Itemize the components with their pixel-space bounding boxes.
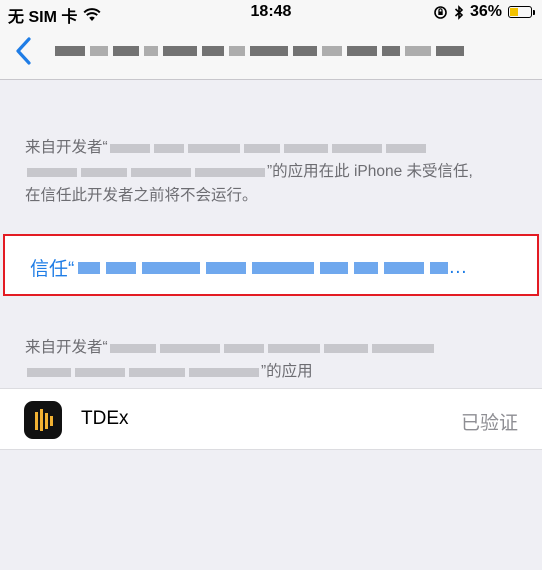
- notice-line1-prefix: 来自开发者“: [25, 139, 108, 156]
- nav-title-redacted: [55, 42, 495, 60]
- apps-developer-name-redacted-2: [27, 367, 259, 377]
- apps-notice-prefix: 来自开发者“: [25, 339, 108, 356]
- trust-developer-button[interactable]: 信任“ …: [3, 234, 539, 296]
- battery-percent: 36%: [469, 3, 502, 20]
- developer-apps-notice: 来自开发者“ ”的应用: [25, 336, 525, 384]
- status-right: 36%: [433, 3, 535, 21]
- notice-line2: ”的应用在此 iPhone 未受信任,: [267, 163, 473, 180]
- notice-line3: 在信任此开发者之前将不会运行。: [25, 187, 258, 204]
- battery-icon: [508, 6, 535, 18]
- developer-name-redacted-2: [27, 167, 265, 177]
- untrusted-developer-notice: 来自开发者“ ”的应用在此 iPhone 未受信任, 在信任此开发者之前将不会运…: [25, 136, 525, 208]
- trust-label-ellipsis: …: [448, 256, 468, 278]
- navigation-bar: [0, 26, 542, 80]
- status-bar: 无 SIM 卡 18:48 36%: [0, 0, 542, 26]
- trust-label: 信任“ …: [30, 254, 467, 281]
- app-list-item: TDEx 已验证: [0, 388, 542, 450]
- tdex-logo-icon: [35, 409, 53, 431]
- developer-name-redacted: [109, 143, 426, 153]
- app-icon: [24, 401, 62, 439]
- chevron-left-icon[interactable]: [12, 36, 36, 66]
- apps-developer-name-redacted: [109, 343, 434, 353]
- trust-developer-name-redacted: [78, 261, 449, 274]
- app-verification-status: 已验证: [460, 413, 518, 434]
- apps-notice-suffix: ”的应用: [261, 363, 313, 380]
- app-name: TDEx: [81, 408, 129, 429]
- bluetooth-icon: [454, 4, 464, 20]
- trust-label-prefix: 信任“: [30, 259, 75, 280]
- orientation-lock-icon: [434, 5, 447, 19]
